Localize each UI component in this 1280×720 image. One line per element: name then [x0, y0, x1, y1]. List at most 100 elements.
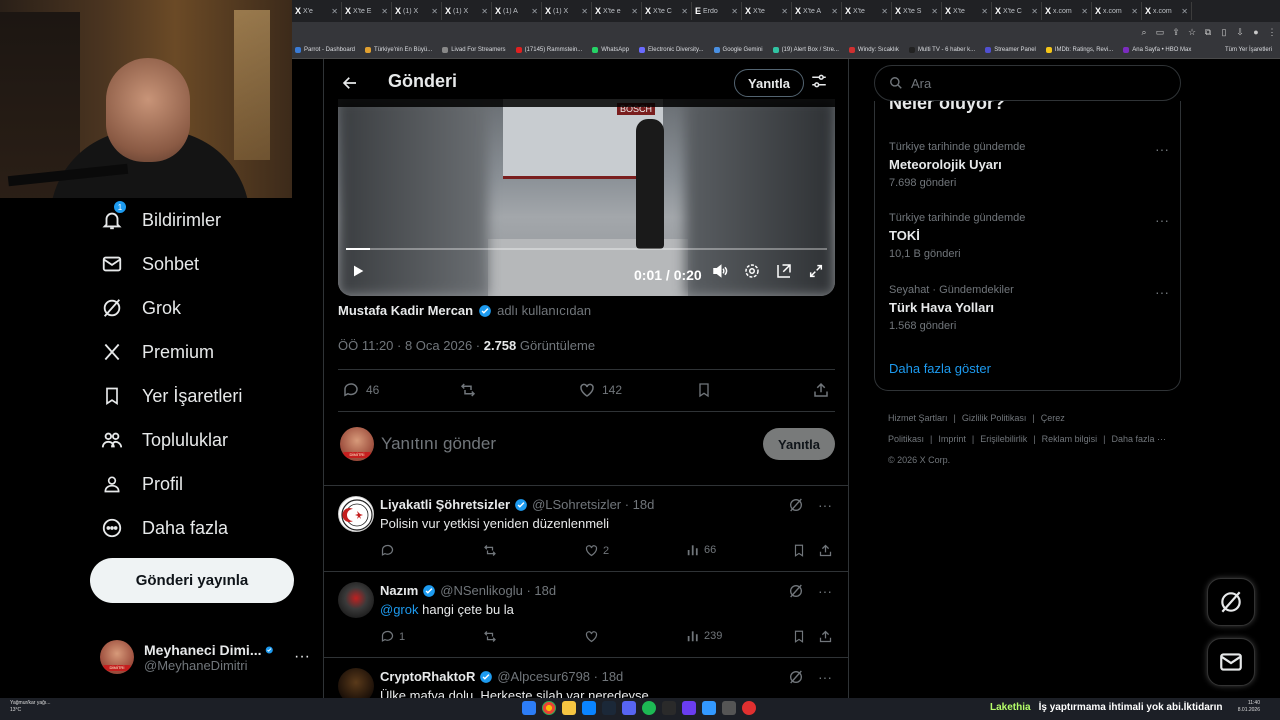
- nav-item-grok[interactable]: Grok: [100, 296, 181, 320]
- browser-tab[interactable]: Xx.com ✕: [1142, 2, 1192, 20]
- nav-item-profile[interactable]: Profil: [100, 472, 183, 496]
- close-icon[interactable]: ✕: [431, 7, 438, 16]
- video-player[interactable]: BOSCH 0:01 / 0:20: [338, 99, 835, 296]
- edge-icon[interactable]: [582, 701, 596, 715]
- browser-tab[interactable]: X X'e ✕: [292, 2, 342, 20]
- close-icon[interactable]: ✕: [631, 7, 638, 16]
- close-icon[interactable]: ✕: [1181, 7, 1188, 16]
- heart-icon[interactable]: 2: [584, 543, 609, 558]
- browser-tab[interactable]: X (1) X ✕: [392, 2, 442, 20]
- grok-icon[interactable]: [788, 497, 804, 513]
- search-bar[interactable]: [874, 65, 1181, 101]
- close-icon[interactable]: ✕: [681, 7, 688, 16]
- nav-item-messages[interactable]: Sohbet: [100, 252, 199, 276]
- nav-item-notifications[interactable]: 1 Bildirimler: [100, 200, 221, 232]
- file-explorer-icon[interactable]: [562, 701, 576, 715]
- zoom-icon[interactable]: ⌕: [1136, 27, 1152, 38]
- messages-fab[interactable]: [1207, 638, 1255, 686]
- menu-icon[interactable]: ⋮: [1264, 27, 1280, 38]
- app-icon[interactable]: [662, 701, 676, 715]
- views-icon[interactable]: 66: [686, 543, 716, 557]
- bookmark-action[interactable]: [696, 381, 712, 399]
- sidebar-icon[interactable]: ▯: [1216, 27, 1232, 38]
- attribution-name[interactable]: Mustafa Kadir Mercan: [338, 303, 473, 318]
- close-icon[interactable]: ✕: [581, 7, 588, 16]
- ellipsis-icon[interactable]: ···: [1155, 212, 1169, 228]
- grok-icon[interactable]: [788, 669, 804, 685]
- star-icon[interactable]: ☆: [1184, 27, 1200, 38]
- search-input[interactable]: [911, 75, 1161, 91]
- nav-item-communities[interactable]: Topluluklar: [100, 428, 228, 452]
- grok-icon[interactable]: [788, 583, 804, 599]
- bookmark-item[interactable]: Electronic Diversity...: [638, 47, 704, 53]
- close-icon[interactable]: ✕: [1081, 7, 1088, 16]
- profile-icon[interactable]: ●: [1248, 27, 1264, 37]
- reply-author-name[interactable]: Nazım: [380, 583, 418, 598]
- bookmark-item[interactable]: Google Gemini: [713, 47, 763, 53]
- comment-icon[interactable]: [380, 543, 399, 558]
- ellipsis-icon[interactable]: ···: [1155, 141, 1169, 157]
- fullscreen-icon[interactable]: [806, 259, 826, 283]
- reply-item[interactable]: Nazım @NSenlikoglu · 18d ··· @grok hangi…: [324, 571, 848, 657]
- bookmark-item[interactable]: Türkiye'nin En Büyü...: [365, 47, 432, 53]
- show-more-link[interactable]: Daha fazla göster: [889, 361, 991, 376]
- trend-item[interactable]: Türkiye tarihinde gündemde Meteorolojik …: [889, 141, 1169, 189]
- close-icon[interactable]: ✕: [531, 7, 538, 16]
- reply-action[interactable]: 46: [342, 381, 379, 399]
- post-timestamp[interactable]: ÖÖ 11:20 · 8 Oca 2026 ·: [338, 338, 484, 353]
- browser-tab[interactable]: X X'te ✕: [842, 2, 892, 20]
- comment-icon[interactable]: 1: [380, 629, 405, 644]
- bookmark-item[interactable]: Streamer Panel: [985, 47, 1036, 53]
- volume-icon[interactable]: [710, 259, 730, 283]
- close-icon[interactable]: ✕: [1031, 7, 1038, 16]
- close-icon[interactable]: ✕: [931, 7, 938, 16]
- share-icon[interactable]: [818, 543, 833, 558]
- reply-item[interactable]: CryptoRhaktoR @Alpcesur6798 · 18d ··· Ül…: [324, 657, 848, 698]
- mention-link[interactable]: @grok: [380, 602, 419, 617]
- nav-item-premium[interactable]: Premium: [100, 340, 214, 364]
- extensions-icon[interactable]: ⧉: [1200, 27, 1216, 38]
- all-bookmarks-folder[interactable]: Tüm Yer İşaretleri: [1225, 47, 1280, 53]
- bookmark-item[interactable]: Ana Sayfa • HBO Max: [1123, 47, 1191, 53]
- views-icon[interactable]: 239: [686, 629, 722, 643]
- reply-author-name[interactable]: CryptoRhaktoR: [380, 669, 475, 684]
- reply-item[interactable]: Liyakatli Şöhretsizler @LSohretsizler · …: [324, 485, 848, 571]
- browser-tab[interactable]: X X'te ✕: [742, 2, 792, 20]
- bookmark-icon[interactable]: [792, 543, 806, 558]
- reply-filter-button[interactable]: Yanıtla: [734, 69, 804, 97]
- browser-tab[interactable]: X (1) X ✕: [542, 2, 592, 20]
- close-icon[interactable]: ✕: [731, 7, 738, 16]
- pip-icon[interactable]: [774, 259, 794, 283]
- reply-author-handle[interactable]: @Alpcesur6798 · 18d: [497, 669, 623, 684]
- nav-item-bookmarks[interactable]: Yer İşaretleri: [100, 384, 242, 408]
- share-icon[interactable]: ⇪: [1168, 27, 1184, 38]
- trend-item[interactable]: Türkiye tarihinde gündemde TOKİ 10,1 B g…: [889, 212, 1169, 260]
- weather-widget[interactable]: Yağmur/kar yağı... 13°C: [10, 700, 50, 714]
- system-clock[interactable]: 11:40 8.01.2026: [1238, 700, 1260, 714]
- bookmark-item[interactable]: Windy: Sıcaklık: [848, 47, 899, 53]
- ellipsis-icon[interactable]: ···: [818, 583, 832, 599]
- browser-tab[interactable]: X (1) X ✕: [442, 2, 492, 20]
- ellipsis-icon[interactable]: ···: [1155, 284, 1169, 300]
- footer-link[interactable]: Gizlilik Politikası: [962, 413, 1027, 423]
- app-icon[interactable]: [702, 701, 716, 715]
- browser-tab[interactable]: X X'te e ✕: [592, 2, 642, 20]
- bookmark-item[interactable]: WhatsApp: [592, 47, 629, 53]
- footer-link[interactable]: Daha fazla ···: [1111, 434, 1166, 444]
- reply-input[interactable]: Yanıtını gönder: [381, 434, 496, 454]
- close-icon[interactable]: ✕: [881, 7, 888, 16]
- bookmark-item[interactable]: Multi TV - 6 haber k...: [908, 47, 975, 53]
- steam-icon[interactable]: [602, 701, 616, 715]
- reply-author-name[interactable]: Liyakatli Şöhretsizler: [380, 497, 510, 512]
- share-icon[interactable]: [818, 629, 833, 644]
- close-icon[interactable]: ✕: [331, 7, 338, 16]
- browser-tab[interactable]: X X'te E ✕: [342, 2, 392, 20]
- spotify-icon[interactable]: [642, 701, 656, 715]
- browser-tab[interactable]: Xx.com ✕: [1092, 2, 1142, 20]
- ellipsis-icon[interactable]: ···: [818, 497, 832, 513]
- app-icon[interactable]: [722, 701, 736, 715]
- video-progress-bar[interactable]: [346, 248, 827, 250]
- bookmark-icon[interactable]: [792, 629, 806, 644]
- reply-author-handle[interactable]: @LSohretsizler · 18d: [532, 497, 654, 512]
- reply-submit-button[interactable]: Yanıtla: [763, 428, 835, 460]
